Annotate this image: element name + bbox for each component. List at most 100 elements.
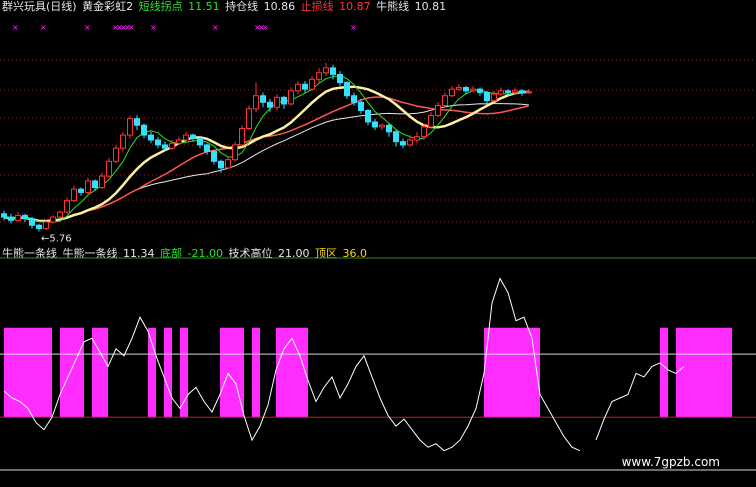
candle-body xyxy=(428,114,434,128)
candle-body xyxy=(351,95,357,103)
candle-body xyxy=(526,91,532,94)
candle-body xyxy=(372,121,378,128)
candle-body xyxy=(323,67,329,74)
signal-mark: × xyxy=(262,23,269,32)
candle-body xyxy=(15,214,21,221)
candle-body xyxy=(498,90,504,95)
candle-body xyxy=(512,90,518,93)
candle-body xyxy=(22,214,28,220)
candle-body xyxy=(309,78,315,90)
candle-body xyxy=(449,88,455,97)
candle-body xyxy=(1,213,7,218)
candle-body xyxy=(43,221,49,230)
candle-body xyxy=(435,105,441,116)
ma-white-line xyxy=(3,103,530,222)
zone-bar xyxy=(180,327,188,418)
zone-bar xyxy=(220,327,244,418)
candle-body xyxy=(491,93,497,102)
signal-mark: × xyxy=(350,23,357,32)
signal-mark: × xyxy=(40,23,47,32)
candle-body xyxy=(176,139,182,144)
signal-mark: × xyxy=(12,23,19,32)
candle-body xyxy=(365,109,371,123)
candle-body xyxy=(85,180,91,193)
candle-body xyxy=(330,67,336,75)
candle-body xyxy=(197,137,203,146)
candle-body xyxy=(190,134,196,139)
candle-body xyxy=(57,211,63,218)
signal-mark: × xyxy=(150,23,157,32)
signal-mark: × xyxy=(128,23,135,32)
zone-bar xyxy=(484,327,540,418)
zone-bar xyxy=(164,327,172,418)
ma-red-line xyxy=(3,96,530,222)
zone-bar xyxy=(660,327,668,418)
candle-body xyxy=(141,124,147,136)
zone-bar xyxy=(276,327,308,418)
candle-body xyxy=(8,216,14,221)
candle-body xyxy=(393,131,399,143)
candle-body xyxy=(253,95,259,110)
candle-body xyxy=(281,96,287,105)
candle-body xyxy=(36,224,42,230)
candle-body xyxy=(225,159,231,169)
candle-body xyxy=(337,73,343,84)
candle-body xyxy=(232,144,238,161)
candle-body xyxy=(211,150,217,162)
candle-body xyxy=(477,88,483,93)
candle-body xyxy=(260,95,266,103)
stock-chart[interactable]: × × × ××××× × × ××× ×←5.76 xyxy=(0,0,756,487)
candle-body xyxy=(71,188,77,202)
candle-body xyxy=(505,90,511,93)
candle-body xyxy=(246,108,252,130)
candle-body xyxy=(148,134,154,141)
candle-body xyxy=(519,90,525,93)
watermark: www.7gpzb.com xyxy=(621,455,720,469)
candle-body xyxy=(421,126,427,138)
candle-body xyxy=(183,134,189,141)
candle-body xyxy=(239,128,245,146)
candle-body xyxy=(155,139,161,146)
low-price-label: ←5.76 xyxy=(41,233,72,244)
candle-body xyxy=(463,87,469,92)
candle-body xyxy=(267,101,273,108)
candle-body xyxy=(407,139,413,146)
candle-body xyxy=(274,96,280,108)
zone-bar xyxy=(92,327,108,418)
candle-body xyxy=(302,83,308,90)
candle-body xyxy=(288,90,294,105)
zone-bar xyxy=(60,327,84,418)
candle-body xyxy=(295,83,301,92)
candle-body xyxy=(470,88,476,92)
zone-bar xyxy=(148,327,156,418)
candle-body xyxy=(99,175,105,189)
candle-body xyxy=(204,144,210,152)
candle-body xyxy=(78,188,84,193)
candle-body xyxy=(162,144,168,149)
candle-body xyxy=(414,136,420,141)
zone-bar xyxy=(252,327,260,418)
zone-bar xyxy=(4,327,52,418)
candle-body xyxy=(218,160,224,169)
candle-body xyxy=(127,118,133,136)
candle-body xyxy=(64,200,70,213)
candle-body xyxy=(92,180,98,189)
candle-body xyxy=(386,124,392,133)
candle-body xyxy=(120,134,126,149)
candle-body xyxy=(456,87,462,90)
candle-body xyxy=(400,141,406,146)
signal-mark: × xyxy=(212,23,219,32)
candle-body xyxy=(106,160,112,177)
candle-body xyxy=(379,124,385,128)
candle-body xyxy=(316,72,322,80)
candle-body xyxy=(134,118,140,126)
candle-body xyxy=(50,216,56,223)
candle-body xyxy=(113,147,119,162)
zone-bar xyxy=(676,327,732,418)
candle-body xyxy=(484,91,490,102)
candle-body xyxy=(344,82,350,97)
candle-body xyxy=(442,95,448,107)
candle-body xyxy=(358,101,364,111)
signal-mark: × xyxy=(84,23,91,32)
candle-body xyxy=(29,218,35,226)
